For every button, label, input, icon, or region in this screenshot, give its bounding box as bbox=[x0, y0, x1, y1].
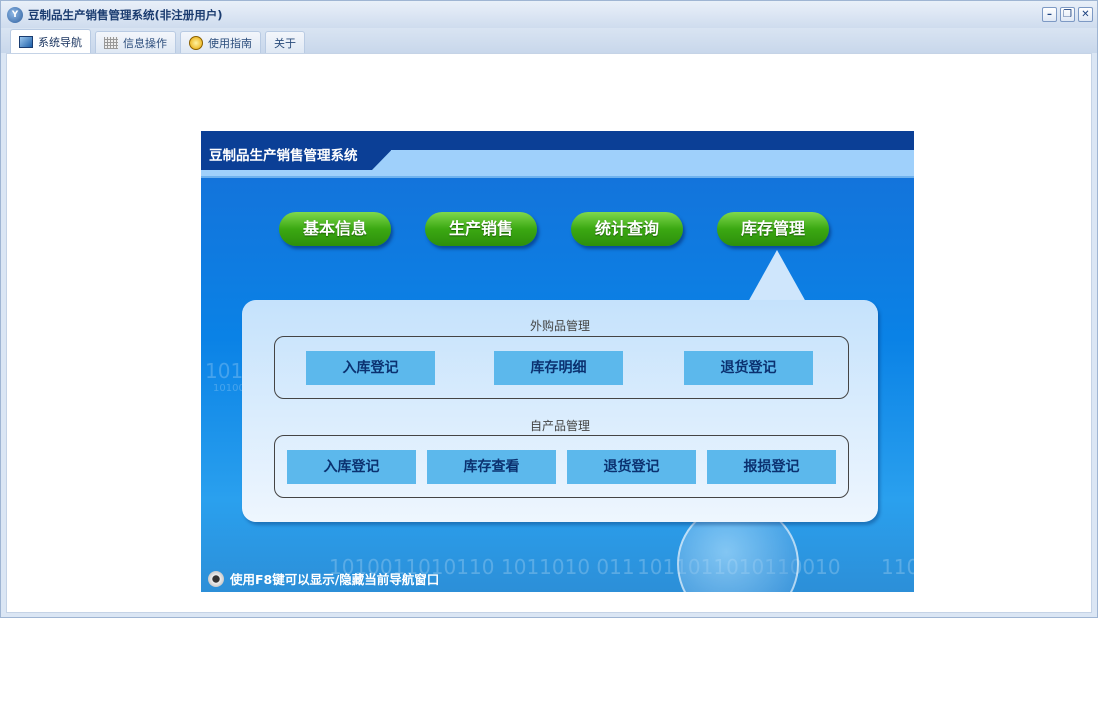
purchased-return-button[interactable]: 退货登记 bbox=[684, 351, 813, 385]
banner-title: 豆制品生产销售管理系统 bbox=[201, 131, 391, 170]
self-return-button[interactable]: 退货登记 bbox=[567, 450, 696, 484]
hint-bar: 使用F8键可以显示/隐藏当前导航窗口 bbox=[208, 569, 439, 588]
f8-hint-text: 使用F8键可以显示/隐藏当前导航窗口 bbox=[230, 572, 440, 587]
purchased-stock-in-button[interactable]: 入库登记 bbox=[306, 351, 435, 385]
tab-label: 使用指南 bbox=[208, 36, 252, 50]
grid-icon bbox=[104, 36, 118, 49]
close-button[interactable]: ✕ bbox=[1078, 7, 1093, 22]
nav-basic-info-button[interactable]: 基本信息 bbox=[279, 212, 391, 246]
tab-about[interactable]: 关于 bbox=[265, 31, 305, 53]
window-title: 豆制品生产销售管理系统(非注册用户) bbox=[28, 7, 223, 22]
tab-system-nav[interactable]: 系统导航 bbox=[10, 29, 91, 53]
nav-statistics-button[interactable]: 统计查询 bbox=[571, 212, 683, 246]
self-stock-in-button[interactable]: 入库登记 bbox=[287, 450, 416, 484]
panel-pointer bbox=[748, 250, 806, 302]
self-loss-report-button[interactable]: 报损登记 bbox=[707, 450, 836, 484]
minimize-button[interactable]: – bbox=[1042, 7, 1057, 22]
help-icon bbox=[189, 35, 203, 50]
nav-production-sales-button[interactable]: 生产销售 bbox=[425, 212, 537, 246]
inventory-panel: 外购品管理 入库登记 库存明细 退货登记 自产品管理 入库登记 库存查看 退货登… bbox=[242, 300, 878, 522]
tab-bar: 系统导航 信息操作 使用指南 关于 bbox=[1, 28, 1097, 53]
group-purchased: 入库登记 库存明细 退货登记 bbox=[274, 336, 849, 399]
binary-decor: 10100 bbox=[213, 383, 245, 394]
app-logo-icon: Y bbox=[7, 6, 23, 23]
title-bar: Y 豆制品生产销售管理系统(非注册用户) – ❐ ✕ bbox=[1, 1, 1097, 28]
restore-button[interactable]: ❐ bbox=[1060, 7, 1075, 22]
nav-inventory-button[interactable]: 库存管理 bbox=[717, 212, 829, 246]
tab-label: 信息操作 bbox=[123, 36, 167, 50]
group-self-made: 入库登记 库存查看 退货登记 报损登记 bbox=[274, 435, 849, 498]
binary-decor: 110 bbox=[881, 555, 914, 579]
tab-user-guide[interactable]: 使用指南 bbox=[180, 31, 261, 53]
purchased-stock-detail-button[interactable]: 库存明细 bbox=[494, 351, 623, 385]
binary-decor: 1011010 011 bbox=[501, 555, 635, 579]
group-label-self-made: 自产品管理 bbox=[529, 419, 590, 433]
camera-icon bbox=[208, 570, 224, 587]
monitor-icon bbox=[19, 35, 33, 48]
tab-label: 关于 bbox=[274, 36, 296, 50]
tab-label: 系统导航 bbox=[38, 35, 82, 49]
tab-info-ops[interactable]: 信息操作 bbox=[95, 31, 176, 53]
navigation-banner: 豆制品生产销售管理系统 1010 10100 1010011010110 101… bbox=[201, 131, 914, 592]
self-stock-view-button[interactable]: 库存查看 bbox=[427, 450, 556, 484]
group-label-purchased: 外购品管理 bbox=[529, 319, 590, 333]
